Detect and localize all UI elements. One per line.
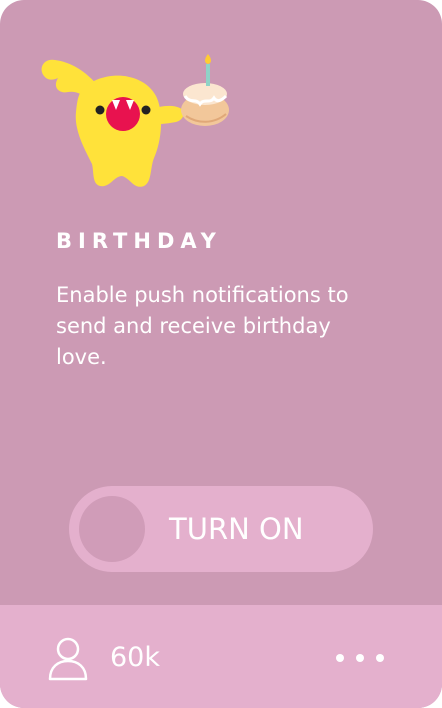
turn-on-toggle[interactable]: TURN ON	[69, 486, 373, 572]
more-dot-icon	[376, 654, 384, 662]
user-icon	[48, 637, 88, 681]
birthday-card: BIRTHDAY Enable push notifications to se…	[0, 0, 442, 708]
birthday-monster-icon	[41, 54, 229, 187]
turn-on-label: TURN ON	[169, 512, 304, 546]
more-dot-icon	[336, 654, 344, 662]
toggle-knob[interactable]	[79, 496, 145, 562]
card-footer: 60k	[0, 605, 442, 708]
user-count: 60k	[110, 642, 160, 673]
card-title: BIRTHDAY	[56, 229, 222, 253]
more-options-button[interactable]	[332, 643, 388, 673]
card-description: Enable push notifications to send and re…	[56, 283, 349, 369]
more-dot-icon	[356, 654, 364, 662]
